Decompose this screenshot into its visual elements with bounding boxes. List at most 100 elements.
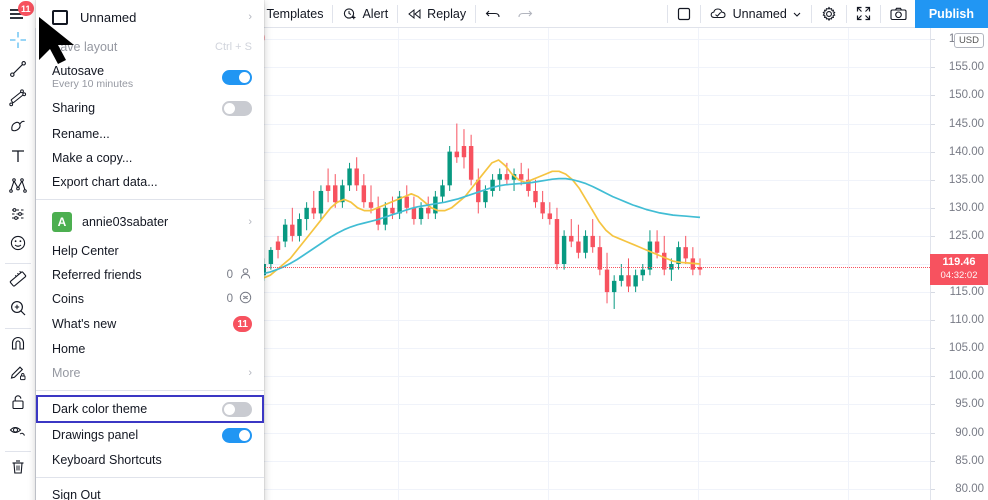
price-tick: 140.00	[948, 145, 984, 158]
price-tick-mark	[931, 432, 935, 434]
menu-item-sharing[interactable]: Sharing	[36, 94, 264, 122]
menu-item-save-layout[interactable]: Save layout Ctrl + S	[36, 34, 264, 60]
price-tick-mark	[931, 67, 935, 69]
menu-save-layout-label: Save layout	[52, 40, 118, 54]
menu-item-dark-color-theme[interactable]: Dark color theme	[36, 396, 264, 422]
tool-hide-drawings[interactable]	[0, 419, 36, 448]
tool-magnet[interactable]	[0, 332, 36, 361]
tool-stay-in-drawing-mode[interactable]	[0, 361, 36, 390]
chevron-right-icon: ›	[248, 367, 252, 379]
tool-emoji[interactable]	[0, 231, 36, 260]
saved-layout-button[interactable]: Unnamed	[702, 0, 810, 27]
layout-select-button[interactable]	[669, 0, 699, 27]
candle-body	[576, 241, 581, 253]
toolbar-divider	[810, 4, 812, 23]
snapshot-button[interactable]	[882, 0, 915, 27]
autosave-toggle[interactable]	[222, 69, 252, 85]
menu-item-home[interactable]: Home	[36, 337, 264, 361]
menu-item-export-chart-data[interactable]: Export chart data...	[36, 170, 264, 194]
menu-rename-label: Rename...	[52, 127, 110, 141]
menu-item-rename[interactable]: Rename...	[36, 122, 264, 146]
toolbar-divider	[699, 4, 701, 23]
tool-forecast[interactable]	[0, 202, 36, 231]
price-tick-mark	[931, 235, 935, 237]
tool-patterns[interactable]	[0, 173, 36, 202]
dark-theme-toggle[interactable]	[222, 401, 252, 417]
candle-body	[368, 202, 374, 208]
camera-icon	[890, 7, 907, 21]
toolbar-replay-button[interactable]: Replay	[399, 0, 474, 27]
menu-item-make-a-copy[interactable]: Make a copy...	[36, 146, 264, 170]
menu-notification-badge: 11	[18, 1, 34, 16]
tool-zoom-in[interactable]	[0, 296, 36, 325]
tool-brush[interactable]	[0, 115, 36, 144]
undo-button[interactable]	[477, 0, 509, 27]
candle-body	[633, 275, 638, 287]
menu-sign-out-label: Sign Out	[52, 488, 101, 500]
candle-body	[282, 224, 288, 242]
candle-body	[640, 269, 645, 276]
menu-item-autosave[interactable]: Autosave Every 10 minutes	[36, 60, 264, 94]
menu-item-drawings-panel[interactable]: Drawings panel	[36, 422, 264, 448]
menu-item-help-center[interactable]: Help Center	[36, 239, 264, 263]
tool-lock-drawings[interactable]	[0, 390, 36, 419]
menu-home-label: Home	[52, 342, 86, 356]
candle-body	[426, 207, 431, 214]
candle-body	[418, 207, 424, 220]
menu-item-account[interactable]: A annie03sabater ›	[36, 205, 264, 239]
undo-arrow-icon	[485, 7, 501, 21]
candle-body	[354, 168, 359, 186]
menu-keyboard-shortcuts-label: Keyboard Shortcuts	[52, 453, 162, 467]
toolbar-alert-button[interactable]: Alert	[334, 0, 396, 27]
price-scale[interactable]: 160.00155.00150.00145.00140.00135.00130.…	[930, 28, 988, 500]
drawings-panel-toggle[interactable]	[222, 427, 252, 443]
lock-icon	[9, 393, 27, 416]
menu-export-label: Export chart data...	[52, 175, 158, 189]
candle-body	[275, 241, 281, 250]
layout-square-icon	[52, 9, 68, 25]
menu-divider	[36, 477, 264, 478]
redo-button[interactable]	[509, 0, 541, 27]
publish-button[interactable]: Publish	[914, 0, 988, 28]
menu-item-coins[interactable]: Coins 0	[36, 287, 264, 311]
menu-item-more[interactable]: More ›	[36, 361, 264, 385]
tool-crosshair[interactable]	[0, 28, 36, 57]
candle-body	[540, 202, 545, 214]
price-tick-mark	[931, 488, 935, 490]
candle-body	[411, 207, 417, 220]
brush-icon	[9, 118, 27, 141]
price-tick-mark	[931, 404, 935, 406]
main-menu-button[interactable]: 11	[0, 0, 36, 28]
chevron-down-icon	[792, 9, 802, 19]
menu-item-sign-out[interactable]: Sign Out	[36, 483, 264, 500]
current-price-value: 119.46	[942, 256, 976, 269]
toolbar-divider	[879, 4, 881, 23]
candle-body	[297, 219, 302, 236]
menu-item-whats-new[interactable]: What's new 11	[36, 311, 264, 337]
chart-settings-button[interactable]	[813, 0, 845, 27]
toolbar-divider	[845, 4, 847, 23]
menu-referred-friends-label: Referred friends	[52, 268, 142, 282]
tool-text[interactable]	[0, 144, 36, 173]
candle-body	[569, 235, 574, 242]
pencil-lock-icon	[9, 364, 27, 387]
tool-trend-line[interactable]	[0, 57, 36, 86]
fullscreen-button[interactable]	[848, 0, 879, 27]
whats-new-badge: 11	[233, 316, 252, 332]
menu-item-referred-friends[interactable]: Referred friends 0	[36, 263, 264, 287]
tool-measure[interactable]	[0, 267, 36, 296]
price-tick: 150.00	[948, 89, 984, 102]
candle-body	[268, 249, 274, 264]
toolbar-divider	[4, 263, 31, 264]
tool-remove-drawings[interactable]	[0, 455, 36, 484]
menu-drawings-panel-label: Drawings panel	[52, 428, 139, 442]
menu-item-layout[interactable]: Unnamed ›	[36, 0, 264, 34]
menu-item-keyboard-shortcuts[interactable]: Keyboard Shortcuts	[36, 448, 264, 472]
candle-body	[333, 185, 338, 203]
sharing-toggle[interactable]	[222, 100, 252, 116]
candle-body	[518, 174, 524, 180]
price-tick-mark	[931, 348, 935, 350]
price-tick-mark	[931, 207, 935, 209]
menu-referred-friends-count: 0	[226, 269, 233, 281]
tool-pitchfork[interactable]	[0, 86, 36, 115]
